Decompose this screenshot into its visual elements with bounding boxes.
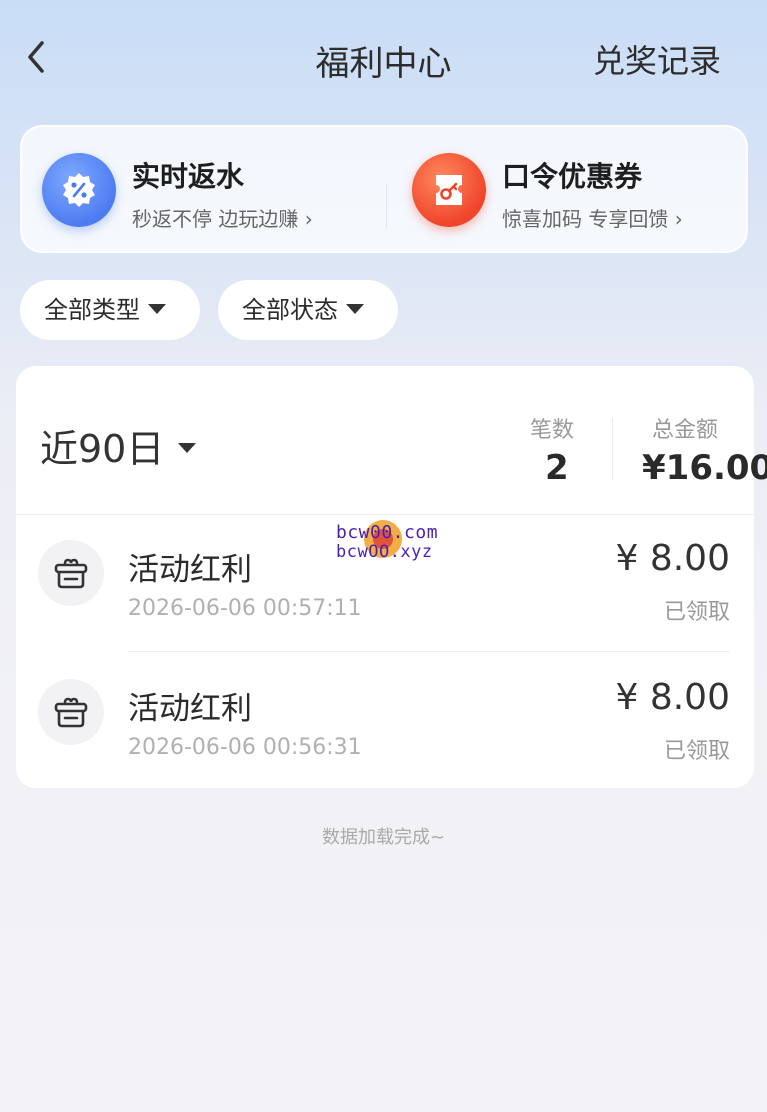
row-divider [128, 651, 730, 652]
gift-box-icon [38, 540, 104, 606]
percent-badge-icon [42, 153, 116, 227]
watermark: bcw00.com bcwOO.xyz [336, 520, 456, 566]
promo-title: 实时返水 [132, 160, 245, 193]
record-amount: ¥ 8.00 [615, 538, 730, 579]
date-range-label: 近90日 [40, 427, 165, 471]
caret-down-icon [178, 442, 197, 453]
record-time: 2026-06-06 00:56:31 [128, 735, 362, 760]
type-filter-label: 全部类型 [44, 296, 140, 324]
type-filter-dropdown[interactable]: 全部类型 [20, 280, 200, 340]
coupon-code-entry[interactable]: 口令优惠券 惊喜加码 专享回馈 › [392, 127, 752, 251]
total-label: 总金额 [652, 418, 719, 443]
summary-header: 近90日 笔数 2 总金额 ¥16.00 [16, 366, 767, 515]
status-filter-label: 全部状态 [242, 296, 338, 324]
record-title: 活动红利 [128, 691, 252, 727]
record-status: 已领取 [663, 600, 730, 625]
caret-down-icon [148, 304, 166, 314]
records-card: 近90日 笔数 2 总金额 ¥16.00 活动红利 2026-06-06 00:… [16, 366, 767, 791]
record-row[interactable]: 活动红利 2026-06-06 00:56:31 ¥ 8.00 已领取 [16, 655, 754, 791]
top-bar: 福利中心 兑奖记录 [0, 0, 767, 115]
redeem-records-link[interactable]: 兑奖记录 [593, 36, 721, 82]
record-title: 活动红利 [128, 552, 252, 588]
stat-divider [612, 418, 613, 480]
count-label: 笔数 [530, 418, 575, 443]
date-range-dropdown[interactable]: 近90日 [40, 418, 197, 473]
status-filter-dropdown[interactable]: 全部状态 [218, 280, 398, 340]
watermark-line-2: bcwOO.xyz [336, 542, 433, 562]
total-value: ¥16.00 [642, 448, 767, 488]
realtime-rebate-entry[interactable]: 实时返水 秒返不停 边玩边赚 › [22, 127, 382, 251]
promo-subtitle: 秒返不停 边玩边赚 › [132, 207, 313, 231]
record-amount: ¥ 8.00 [615, 677, 730, 718]
watermark-line-1: bcw00.com [336, 522, 439, 543]
count-value: 2 [545, 448, 569, 488]
load-complete-text: 数据加载完成~ [321, 827, 446, 848]
promo-card: 实时返水 秒返不停 边玩边赚 › 口令优惠券 惊喜加码 专享回馈 › [20, 125, 748, 253]
gift-box-icon [38, 679, 104, 745]
promo-subtitle: 惊喜加码 专享回馈 › [502, 207, 683, 231]
caret-down-icon [346, 304, 364, 314]
record-time: 2026-06-06 00:57:11 [128, 596, 362, 621]
key-ticket-icon [412, 153, 486, 227]
promo-title: 口令优惠券 [502, 160, 643, 193]
record-status: 已领取 [663, 739, 730, 764]
promo-divider [386, 183, 387, 229]
